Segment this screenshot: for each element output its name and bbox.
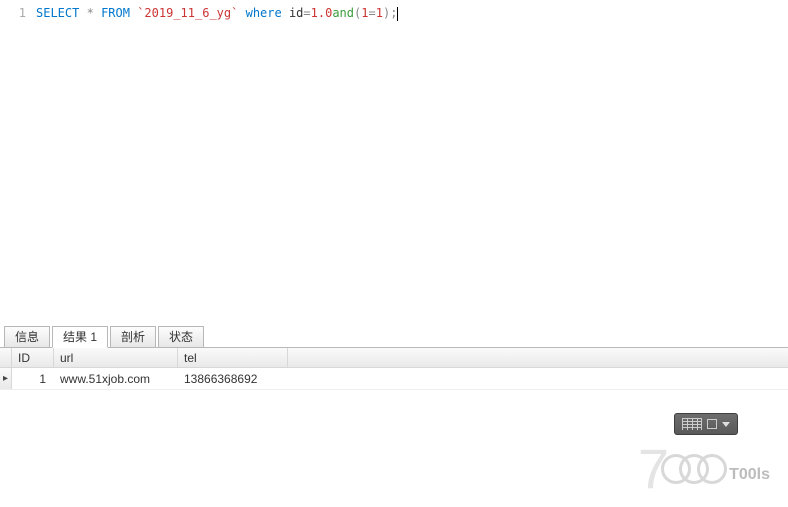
semicolon: ; [390, 6, 397, 20]
column-label: url [60, 351, 73, 365]
tab-label: 信息 [15, 330, 39, 344]
operator-eq2: = [368, 6, 375, 20]
row-marker-header [0, 348, 12, 367]
tab-profiler[interactable]: 剖析 [110, 326, 156, 348]
tab-status[interactable]: 状态 [158, 326, 204, 348]
grid-view-icon[interactable] [682, 418, 702, 430]
column-label: tel [184, 351, 197, 365]
tab-label: 状态 [169, 330, 193, 344]
cell-tel[interactable]: 13866368692 [178, 370, 288, 388]
line-number: 1 [19, 6, 26, 20]
results-grid: ID url tel ▸ 1 www.51xjob.com 1386636869… [0, 348, 788, 390]
sql-editor[interactable]: 1 SELECT * FROM `2019_11_6_yg` where id=… [0, 0, 788, 324]
keyword-and: and [332, 6, 354, 20]
sql-code-line[interactable]: SELECT * FROM `2019_11_6_yg` where id=1.… [36, 0, 398, 324]
watermark: 7 T00ls [638, 436, 770, 501]
grid-header-row: ID url tel [0, 348, 788, 368]
watermark-label: T00ls [729, 466, 770, 484]
keyword-select: SELECT [36, 6, 79, 20]
column-label: ID [18, 351, 30, 365]
table-name: `2019_11_6_yg` [137, 6, 238, 20]
column-header-url[interactable]: url [54, 348, 178, 367]
view-mode-widget[interactable] [674, 413, 738, 435]
form-view-icon[interactable] [707, 419, 717, 429]
dropdown-caret-icon[interactable] [722, 422, 730, 427]
watermark-digit: 7 [638, 436, 667, 501]
keyword-from: FROM [101, 6, 130, 20]
result-tab-bar: 信息 结果 1 剖析 状态 [0, 324, 788, 348]
table-row[interactable]: ▸ 1 www.51xjob.com 13866368692 [0, 368, 788, 390]
text-cursor [397, 7, 398, 21]
keyword-where: where [246, 6, 282, 20]
cell-url[interactable]: www.51xjob.com [54, 370, 178, 388]
cell-value: www.51xjob.com [60, 372, 150, 386]
tab-info[interactable]: 信息 [4, 326, 50, 348]
tab-label: 结果 1 [63, 330, 97, 344]
row-marker[interactable]: ▸ [0, 368, 12, 389]
tab-result-1[interactable]: 结果 1 [52, 326, 108, 348]
operator-eq: = [303, 6, 310, 20]
literal-1b: 1 [376, 6, 383, 20]
watermark-ring-icon [679, 454, 709, 484]
watermark-ring-icon [661, 454, 691, 484]
literal-1p0: 1.0 [311, 6, 333, 20]
cell-value: 1 [39, 372, 46, 386]
cell-value: 13866368692 [184, 372, 257, 386]
ident-id: id [289, 6, 303, 20]
column-header-id[interactable]: ID [12, 348, 54, 367]
column-header-tel[interactable]: tel [178, 348, 288, 367]
operator-star: * [87, 6, 94, 20]
cell-id[interactable]: 1 [12, 370, 54, 388]
tab-label: 剖析 [121, 330, 145, 344]
watermark-ring-icon [697, 454, 727, 484]
line-gutter: 1 [0, 0, 36, 324]
